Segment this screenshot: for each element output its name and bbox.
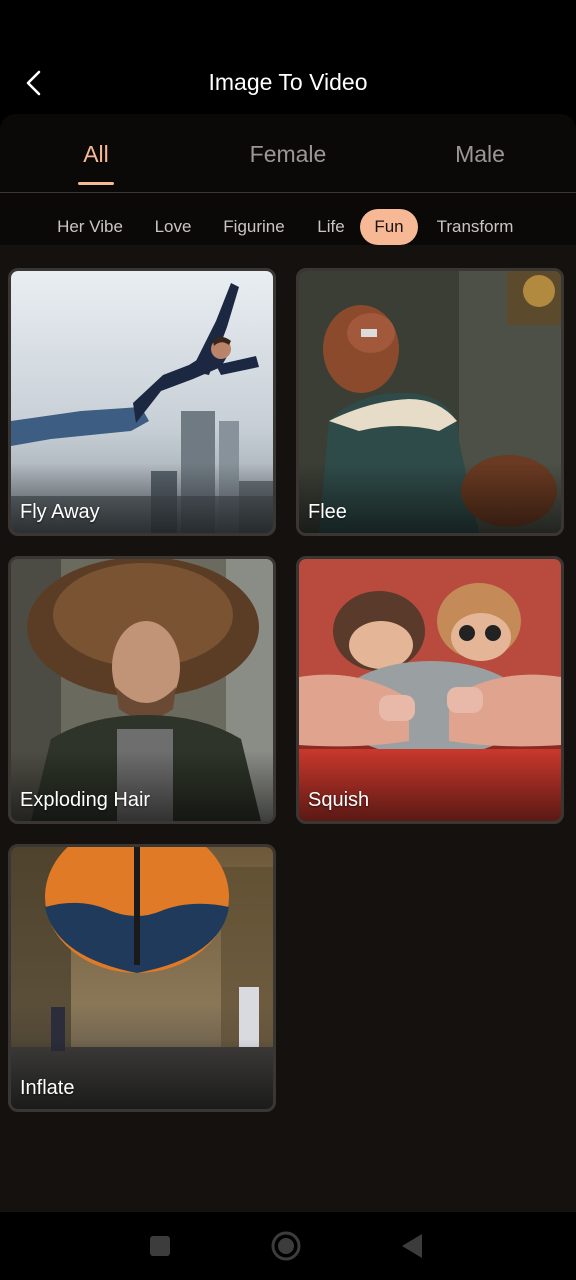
tab-all[interactable]: All [26,138,166,170]
page-title: Image To Video [208,69,368,95]
system-back-button[interactable] [392,1226,432,1266]
chip-figurine[interactable]: Figurine [216,209,292,245]
template-card-inflate[interactable]: Inflate [8,844,276,1112]
square-icon [150,1236,170,1256]
content-panel: All Female Male Her Vibe Love Figurine L… [0,114,576,1212]
circle-home-icon [271,1231,301,1261]
triangle-back-icon [402,1234,422,1258]
template-card-squish[interactable]: Squish [296,556,564,824]
template-card-flee[interactable]: Flee [296,268,564,536]
template-card-exploding-hair[interactable]: Exploding Hair [8,556,276,824]
screen: Image To Video All Female Male Her Vibe … [0,0,576,1280]
active-tab-indicator [78,182,114,185]
template-card-fly-away[interactable]: Fly Away [8,268,276,536]
gender-tabs: All Female Male [0,114,576,193]
category-chips: Her Vibe Love Figurine Life Fun Transfor… [0,193,576,245]
card-title: Exploding Hair [20,789,151,811]
app-header: Image To Video [0,0,576,118]
tab-female[interactable]: Female [218,138,358,170]
system-nav-bar [0,1212,576,1280]
chip-life[interactable]: Life [308,209,354,245]
tab-male[interactable]: Male [410,138,550,170]
chip-transform[interactable]: Transform [428,209,522,245]
chip-her-vibe[interactable]: Her Vibe [52,209,128,245]
chip-fun[interactable]: Fun [360,209,418,245]
card-title: Squish [308,789,370,811]
card-title: Inflate [20,1077,75,1099]
chip-love[interactable]: Love [146,209,200,245]
card-title: Flee [308,501,347,523]
home-button[interactable] [266,1226,306,1266]
card-title: Fly Away [20,501,100,523]
recents-button[interactable] [140,1226,180,1266]
